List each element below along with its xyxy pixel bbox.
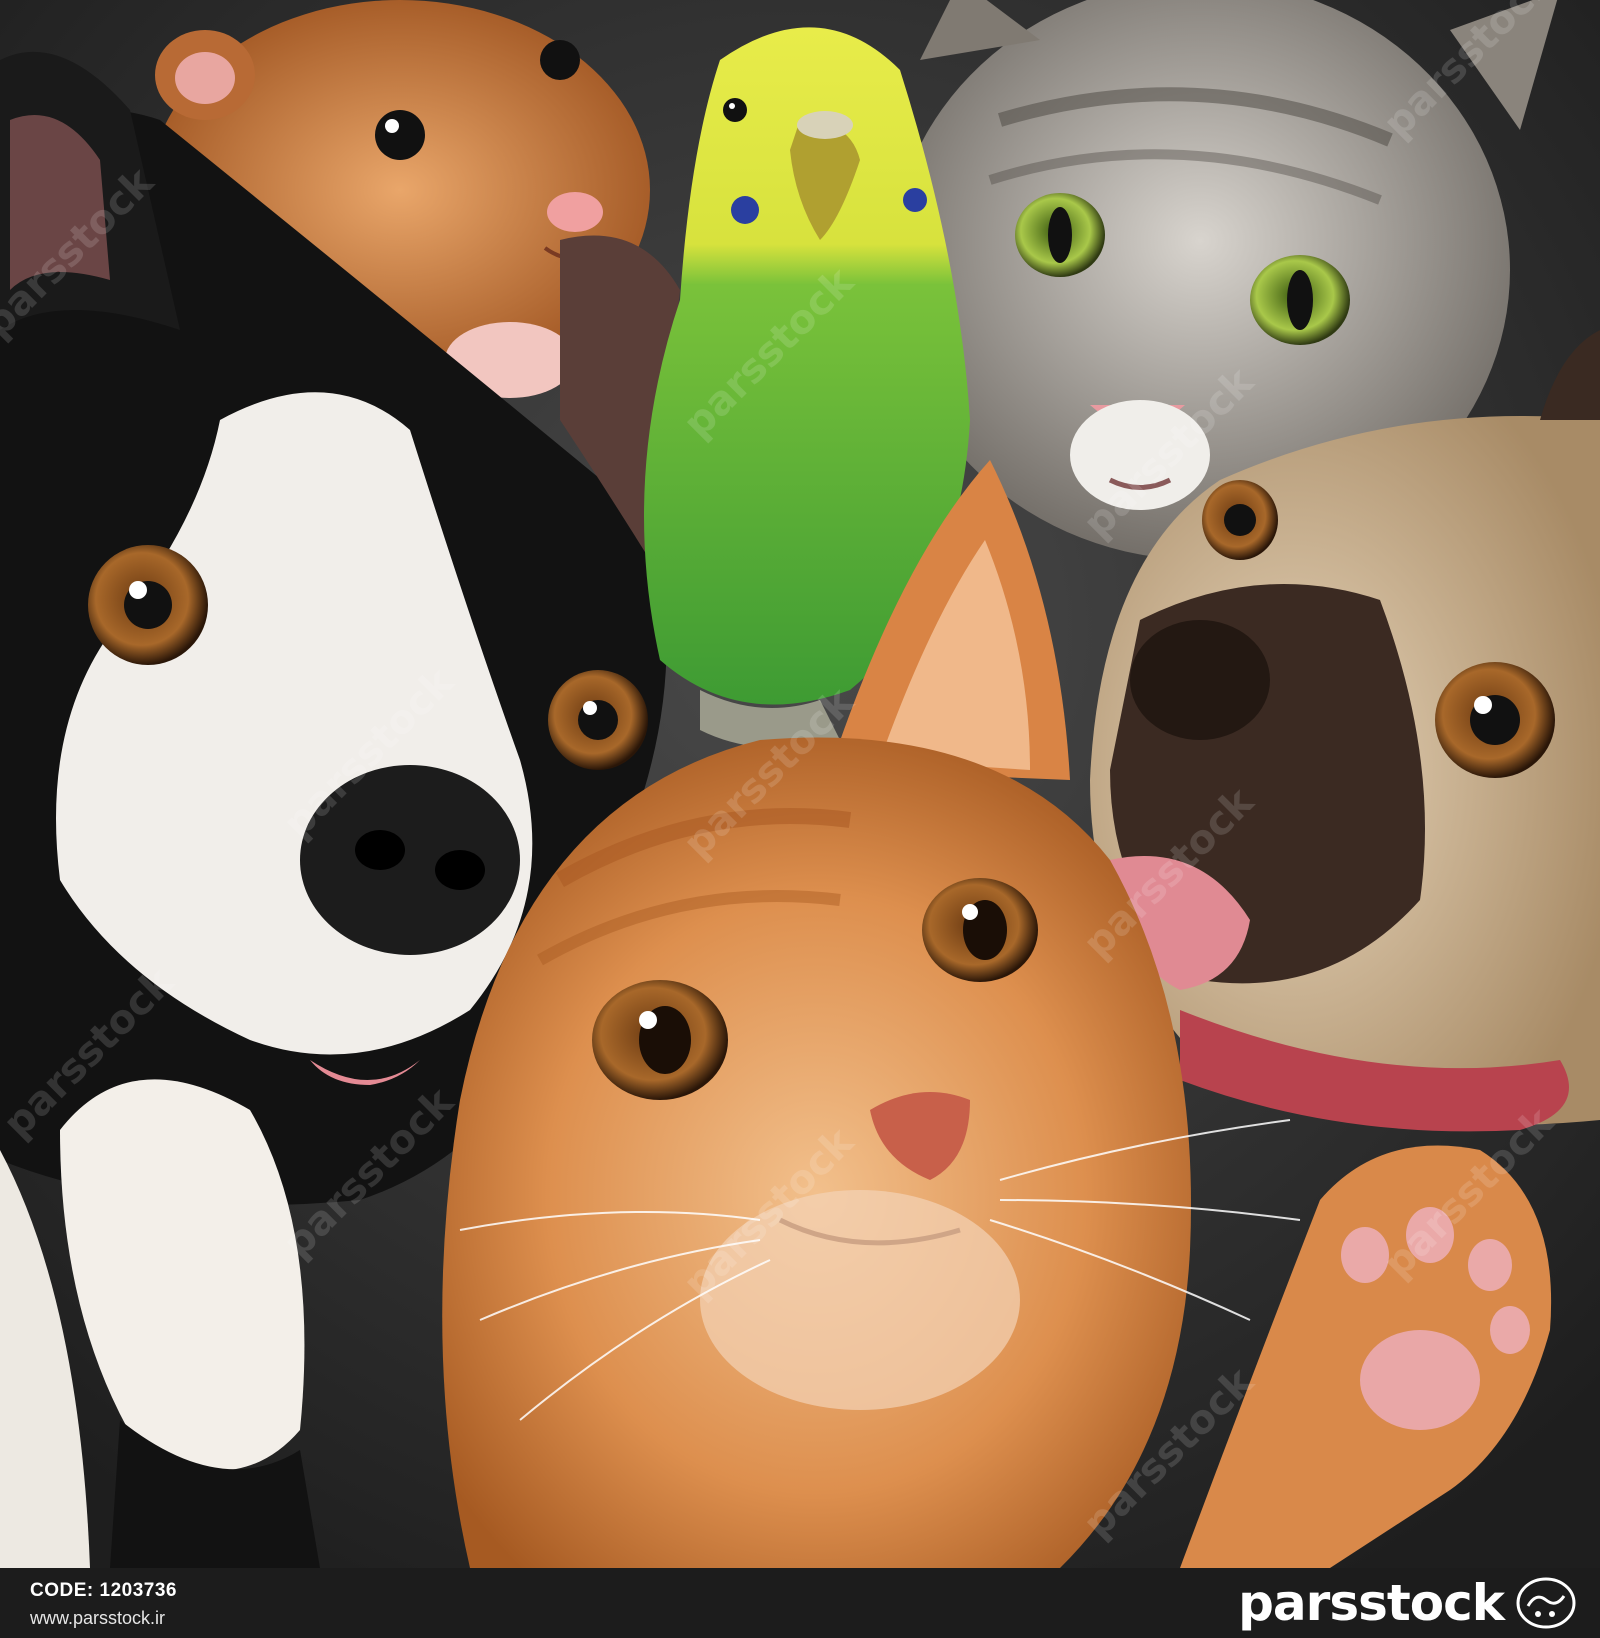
brand-logo-text: parsstock (1238, 1574, 1505, 1632)
pets-illustration: parsstock parsstock parsstock parsstock … (0, 0, 1600, 1568)
site-url[interactable]: www.parsstock.ir (30, 1608, 165, 1629)
footer-bar: CODE: 1203736 www.parsstock.ir parsstock (0, 1568, 1600, 1638)
parsstock-seal-icon (1516, 1577, 1576, 1629)
image-code: CODE: 1203736 (30, 1580, 177, 1601)
stock-image-frame: parsstock parsstock parsstock parsstock … (0, 0, 1600, 1638)
pets-group-photo: parsstock parsstock parsstock parsstock … (0, 0, 1600, 1568)
